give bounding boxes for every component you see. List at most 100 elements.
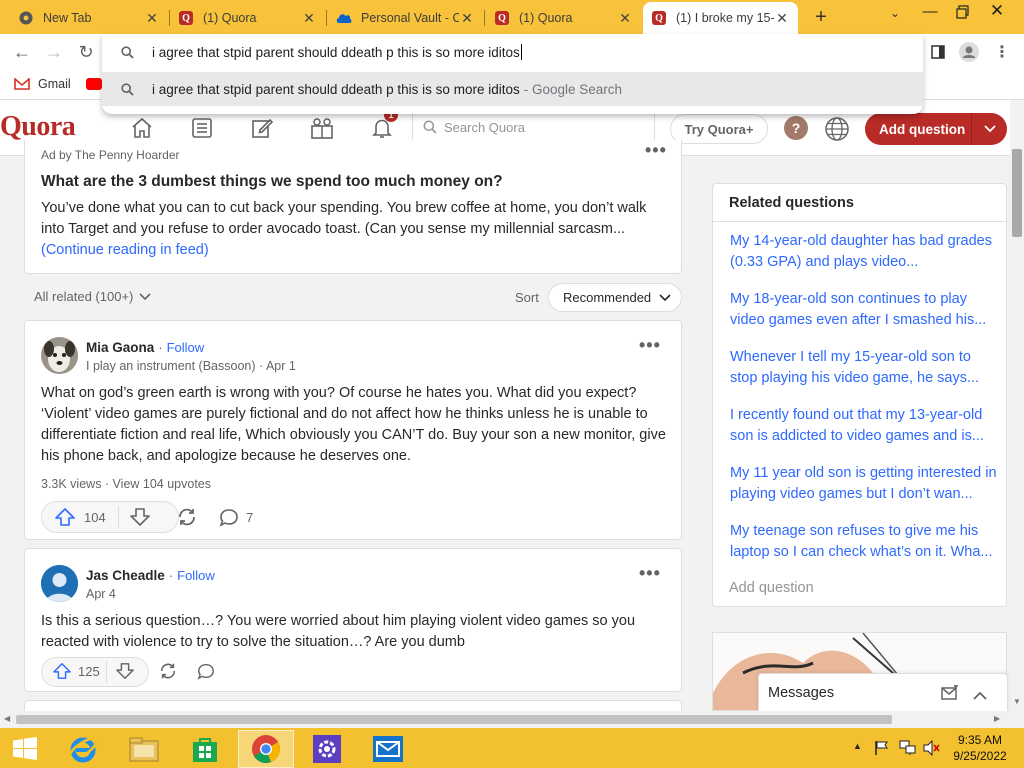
compose-message-icon[interactable] bbox=[941, 684, 959, 706]
address-bar[interactable]: i agree that stpid parent should ddeath … bbox=[102, 34, 923, 70]
upvote-arrow-icon bbox=[53, 663, 71, 679]
new-tab-plus-icon[interactable]: + bbox=[810, 6, 832, 28]
close-window-icon[interactable]: ✕ bbox=[985, 1, 1009, 21]
close-icon[interactable]: ✕ bbox=[617, 10, 633, 27]
more-options-icon[interactable]: ••• bbox=[645, 140, 667, 161]
volume-muted-icon[interactable] bbox=[923, 739, 941, 761]
related-question-link[interactable]: Whenever I tell my 15-year-old son to st… bbox=[730, 347, 1000, 389]
answer-card: Jas Cheadle · Follow Apr 4 ••• Is this a… bbox=[24, 548, 682, 692]
close-icon[interactable]: ✕ bbox=[144, 10, 160, 27]
continue-reading-link[interactable]: (Continue reading in feed) bbox=[41, 242, 209, 258]
scroll-down-arrow-icon[interactable]: ▼ bbox=[1013, 697, 1021, 706]
author-name[interactable]: Mia Gaona bbox=[86, 340, 154, 355]
omnibox-suggestion[interactable]: i agree that stpid parent should ddeath … bbox=[102, 72, 923, 106]
chrome-taskbar-icon[interactable] bbox=[238, 730, 294, 768]
action-center-flag-icon[interactable] bbox=[874, 740, 890, 761]
quora-icon: Q bbox=[494, 10, 510, 26]
horizontal-scrollbar[interactable]: ◀ ▶ bbox=[0, 711, 1010, 728]
related-question-link[interactable]: My 18-year-old son continues to play vid… bbox=[730, 289, 1000, 331]
tab-personal-vault[interactable]: Personal Vault - O ✕ bbox=[328, 4, 483, 32]
following-feed-icon[interactable] bbox=[188, 114, 216, 142]
related-question-link[interactable]: I recently found out that my 13-year-old… bbox=[730, 405, 1000, 447]
notifications-bell-icon[interactable]: 1 bbox=[368, 108, 398, 142]
scrollbar-thumb[interactable] bbox=[1012, 149, 1022, 237]
bookmark-gmail[interactable]: Gmail bbox=[14, 77, 71, 91]
restore-icon[interactable] bbox=[953, 2, 973, 19]
author-name[interactable]: Jas Cheadle bbox=[86, 568, 165, 583]
answer-edit-icon[interactable] bbox=[248, 114, 276, 142]
scroll-right-arrow-icon[interactable]: ▶ bbox=[994, 714, 1000, 723]
chevron-down-icon[interactable] bbox=[971, 113, 1007, 145]
close-icon[interactable]: ✕ bbox=[301, 10, 317, 27]
tab-quora-1[interactable]: Q (1) Quora ✕ bbox=[170, 4, 325, 32]
spaces-icon[interactable] bbox=[308, 114, 336, 142]
tab-title: (1) Quora bbox=[203, 11, 257, 25]
related-question-link[interactable]: My teenage son refuses to give me his la… bbox=[730, 521, 1000, 563]
network-icon[interactable] bbox=[899, 740, 917, 761]
tab-new-tab[interactable]: New Tab ✕ bbox=[10, 4, 168, 32]
address-input[interactable]: i agree that stpid parent should ddeath … bbox=[152, 45, 520, 60]
avatar[interactable] bbox=[41, 565, 78, 602]
tab-quora-active[interactable]: Q (1) I broke my 15- ✕ bbox=[643, 2, 798, 34]
share-button[interactable] bbox=[158, 662, 178, 680]
show-hidden-icons-chevron-icon[interactable]: ▲ bbox=[853, 741, 862, 751]
related-question-link[interactable]: My 14-year-old daughter has bad grades (… bbox=[730, 231, 1000, 273]
more-options-icon[interactable]: ••• bbox=[639, 335, 661, 356]
add-question-link[interactable]: Add question bbox=[729, 580, 814, 596]
sidebar-panel-icon[interactable] bbox=[926, 40, 950, 64]
tab-title: New Tab bbox=[43, 11, 92, 25]
downvote-button[interactable] bbox=[115, 662, 135, 680]
mail-icon[interactable] bbox=[360, 730, 416, 768]
related-question-link[interactable]: My 11 year old son is getting interested… bbox=[730, 463, 1000, 505]
help-icon[interactable]: ? bbox=[784, 116, 808, 140]
try-quora-plus-button[interactable]: Try Quora+ bbox=[670, 114, 768, 144]
system-clock[interactable]: 9:35 AM 9/25/2022 bbox=[950, 732, 1010, 764]
add-question-button[interactable]: Add question bbox=[865, 113, 1007, 145]
quora-logo[interactable]: Quora bbox=[0, 111, 76, 143]
minimize-icon[interactable]: — bbox=[918, 3, 942, 20]
sort-dropdown[interactable]: Recommended bbox=[548, 283, 682, 312]
tab-search-chevron-icon[interactable]: ⌄ bbox=[890, 6, 900, 20]
tab-divider bbox=[484, 10, 485, 26]
reload-icon[interactable]: ↻ bbox=[74, 40, 98, 64]
answer-stats[interactable]: 3.3K views · View 104 upvotes bbox=[41, 477, 211, 491]
tab-quora-2[interactable]: Q (1) Quora ✕ bbox=[486, 4, 641, 32]
settings-gear-icon[interactable] bbox=[299, 730, 355, 768]
quora-search-input[interactable]: Search Quora bbox=[412, 110, 655, 144]
more-options-icon[interactable]: ••• bbox=[639, 563, 661, 584]
chevron-up-icon[interactable] bbox=[973, 687, 987, 705]
upvote-button[interactable]: 125 bbox=[52, 662, 100, 680]
ad-title[interactable]: What are the 3 dumbest things we spend t… bbox=[41, 173, 503, 191]
kebab-menu-icon[interactable]: ⋮ bbox=[990, 40, 1014, 64]
back-arrow-icon[interactable]: ← bbox=[10, 40, 34, 64]
home-icon[interactable] bbox=[128, 114, 156, 142]
scrollbar-thumb[interactable] bbox=[16, 715, 892, 724]
search-icon bbox=[102, 82, 152, 96]
internet-explorer-icon[interactable] bbox=[55, 730, 111, 768]
all-related-dropdown[interactable]: All related (100+) bbox=[34, 289, 151, 304]
share-button[interactable] bbox=[176, 507, 198, 527]
follow-button[interactable]: Follow bbox=[167, 340, 205, 355]
comment-button[interactable] bbox=[196, 662, 216, 680]
file-explorer-icon[interactable] bbox=[116, 730, 172, 768]
follow-button[interactable]: Follow bbox=[177, 568, 215, 583]
vertical-scrollbar[interactable]: ▲ ▼ bbox=[1010, 147, 1024, 711]
profile-avatar-icon[interactable] bbox=[957, 40, 981, 64]
onedrive-icon bbox=[336, 10, 352, 26]
windows-start-icon[interactable] bbox=[0, 730, 50, 768]
close-icon[interactable]: ✕ bbox=[774, 10, 790, 27]
messages-label: Messages bbox=[768, 685, 835, 701]
youtube-icon[interactable] bbox=[86, 78, 102, 90]
upvote-button[interactable]: 104 bbox=[54, 507, 106, 527]
scroll-left-arrow-icon[interactable]: ◀ bbox=[4, 714, 10, 723]
avatar[interactable] bbox=[41, 337, 78, 374]
downvote-button[interactable] bbox=[129, 507, 151, 527]
comment-button[interactable]: 7 bbox=[218, 507, 253, 527]
windows-store-icon[interactable] bbox=[177, 730, 233, 768]
forward-arrow-icon[interactable]: → bbox=[42, 40, 66, 64]
language-globe-icon[interactable] bbox=[824, 116, 850, 147]
messages-bar[interactable]: Messages bbox=[758, 673, 1008, 713]
close-icon[interactable]: ✕ bbox=[459, 10, 475, 27]
text-cursor bbox=[520, 44, 522, 60]
share-icon bbox=[160, 663, 176, 679]
